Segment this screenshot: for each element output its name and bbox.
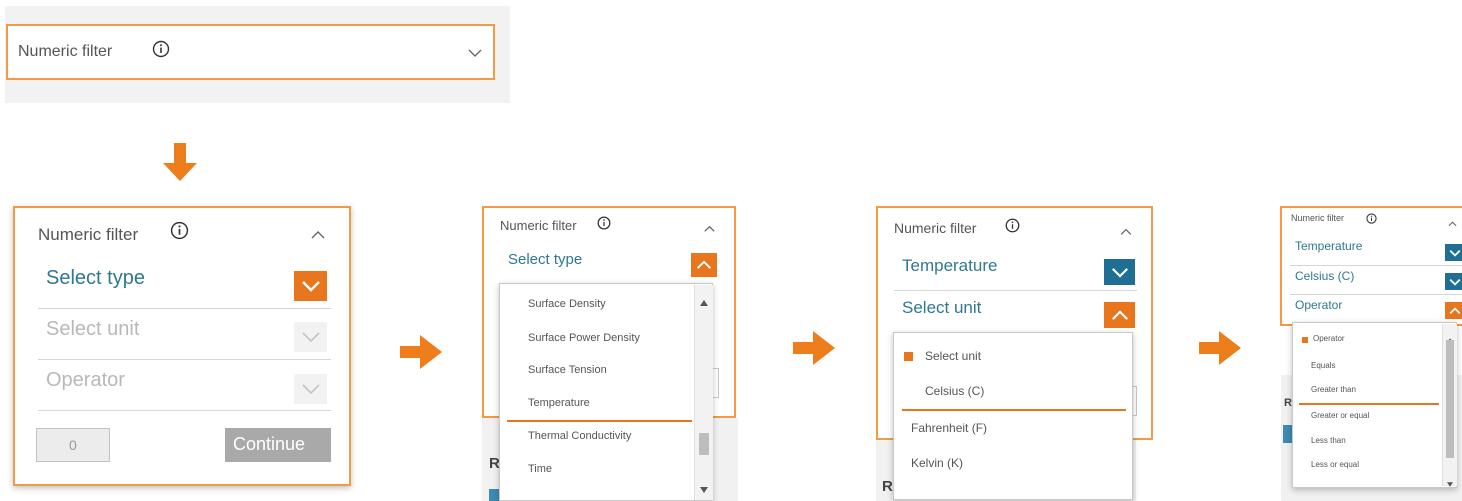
operator-option[interactable]: Less than [1311,436,1346,445]
unit-value[interactable]: Celsius (C) [1295,269,1354,283]
divider [38,359,331,360]
selected-marker-icon [904,352,913,361]
scrollbar-thumb[interactable] [1446,340,1454,458]
top-filter-label: Numeric filter [18,43,113,60]
top-numeric-filter[interactable]: Numeric filter [6,24,495,80]
unit-option-selected[interactable]: Select unit [925,349,981,363]
scrollbar-thumb[interactable] [699,433,709,455]
type-option[interactable]: Time [528,463,552,475]
operator-option-selected[interactable]: Operator [1313,334,1345,343]
divider [38,308,331,309]
select-unit-dropdown[interactable]: Select unit [902,298,981,318]
operator-chevron-button[interactable] [1445,302,1462,319]
select-type-dropdown[interactable]: Select type [508,251,582,268]
divider [1290,265,1462,266]
select-unit-dropdown[interactable]: Select unit [46,318,139,341]
select-type-chevron-button[interactable] [294,271,327,301]
select-type-dropdown[interactable]: Select type [46,267,145,290]
info-circle-icon [152,40,170,63]
chevron-up-icon[interactable] [1448,214,1457,232]
select-unit-chevron-button[interactable] [294,322,327,352]
unit-chevron-button[interactable] [1445,273,1462,290]
right-arrow-icon [793,331,835,370]
unit-options-list[interactable]: Select unit Celsius (C) Fahrenheit (F) K… [893,332,1133,500]
info-circle-icon [597,216,611,235]
panel4-filter-label: Numeric filter [1291,213,1345,223]
panel2-filter-label: Numeric filter [500,218,577,233]
type-options-list[interactable]: Surface Density Surface Power Density Su… [499,283,713,501]
info-circle-icon [1005,218,1020,238]
divider [1290,294,1462,295]
operator-option-highlighted[interactable]: Greater than [1311,385,1356,394]
partial-heading: R [1284,397,1292,409]
panel1-filter-label: Numeric filter [38,225,139,244]
type-chevron-button[interactable] [1104,259,1135,285]
continue-button-label: Continue [233,434,306,454]
unit-option[interactable]: Kelvin (K) [911,456,963,470]
chevron-down-icon[interactable] [468,45,482,63]
type-option[interactable]: Surface Density [528,298,606,310]
right-arrow-icon [1199,331,1241,370]
panel4-numeric-filter: Numeric filter Temperature Celsius (C) O… [1280,206,1462,326]
info-circle-icon [170,221,189,245]
partial-heading: R [882,478,893,495]
type-chevron-button[interactable] [1445,244,1462,261]
type-option[interactable]: Surface Tension [528,364,607,376]
divider [894,290,1137,291]
highlight-underline [1299,403,1439,405]
right-arrow-icon [400,335,442,374]
type-option[interactable]: Surface Power Density [528,332,640,344]
chevron-up-icon[interactable] [1120,223,1132,241]
scrollbar[interactable] [1442,324,1457,487]
unit-option-highlighted[interactable]: Celsius (C) [925,384,984,398]
type-value[interactable]: Temperature [1295,239,1362,253]
operator-chevron-button[interactable] [294,374,327,404]
type-option[interactable]: Thermal Conductivity [528,430,631,442]
type-option-highlighted[interactable]: Temperature [528,397,590,409]
chevron-up-icon[interactable] [311,227,325,245]
chevron-up-icon[interactable] [704,220,715,238]
scroll-down-icon[interactable] [1447,474,1453,492]
scrollbar[interactable] [694,285,713,500]
selected-marker-icon [1302,337,1308,343]
continue-button[interactable]: Continue [225,428,331,462]
scroll-up-icon[interactable] [700,293,708,311]
select-type-chevron-button[interactable] [691,253,717,277]
operator-dropdown[interactable]: Operator [1295,298,1342,312]
operator-option[interactable]: Greater or equal [1311,411,1369,420]
info-circle-icon [1366,211,1377,229]
divider [38,410,331,411]
panel1-numeric-filter: Numeric filter Select type Select unit O… [13,206,351,486]
operator-option[interactable]: Less or equal [1311,460,1359,469]
scroll-down-icon[interactable] [700,480,708,498]
value-input[interactable]: 0 [36,428,110,462]
down-arrow-icon [163,143,197,186]
select-unit-chevron-button[interactable] [1104,302,1135,328]
operator-options-list[interactable]: Operator Equals Greater than Greater or … [1292,322,1457,488]
panel3-filter-label: Numeric filter [894,220,977,236]
highlight-underline [902,409,1126,411]
operator-dropdown[interactable]: Operator [46,369,125,392]
unit-option[interactable]: Fahrenheit (F) [911,421,987,435]
type-value[interactable]: Temperature [902,256,997,276]
highlight-underline [507,420,692,422]
operator-option[interactable]: Equals [1311,361,1335,370]
value-input-text: 0 [69,437,77,453]
